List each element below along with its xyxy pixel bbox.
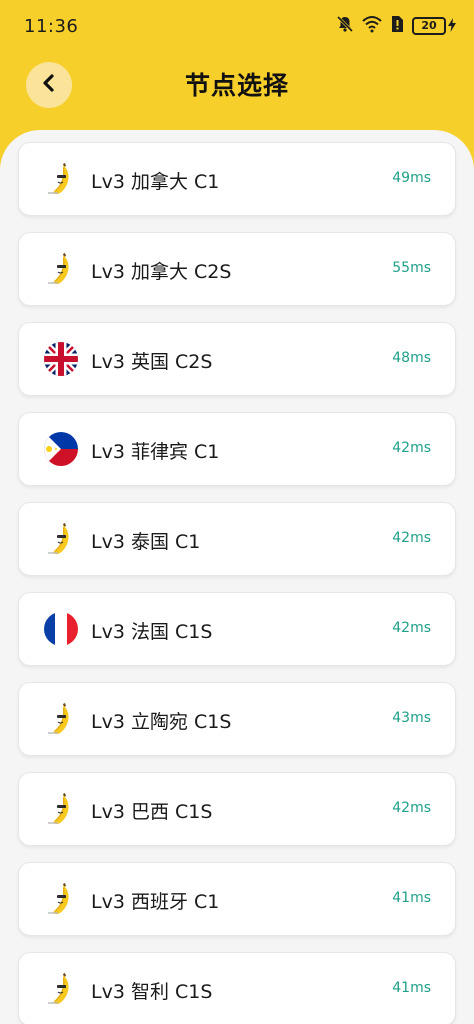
node-item[interactable]: Lv3 智利 C1S 41ms: [18, 952, 456, 1024]
node-name: Lv3 英国 C2S: [91, 351, 213, 373]
page-title: 节点选择: [184, 71, 289, 100]
battery-indicator: 20: [412, 17, 456, 36]
status-icons: 20: [336, 15, 456, 37]
node-name: Lv3 法国 C1S: [91, 621, 213, 643]
sim-alert-icon: [390, 15, 404, 37]
banana-icon: [43, 971, 79, 1007]
banana-icon: [43, 881, 79, 917]
node-ping: 48ms: [392, 350, 431, 366]
banana-icon: [43, 161, 79, 197]
wifi-icon: [362, 15, 382, 37]
philippines-flag-icon: [43, 431, 79, 467]
node-item[interactable]: Lv3 立陶宛 C1S 43ms: [18, 682, 456, 756]
header: 节点选择: [0, 52, 474, 132]
bell-off-icon: [336, 15, 354, 37]
node-list-panel: Lv3 加拿大 C1 49ms Lv3 加拿大 C2S 55ms Lv3 英国 C2S 4…: [0, 130, 474, 1024]
node-ping: 42ms: [392, 800, 431, 816]
node-name: Lv3 立陶宛 C1S: [91, 711, 232, 733]
banana-icon: [43, 791, 79, 827]
uk-flag-icon: [43, 341, 79, 377]
node-item[interactable]: Lv3 加拿大 C2S 55ms: [18, 232, 456, 306]
node-ping: 41ms: [392, 980, 431, 996]
node-ping: 42ms: [392, 440, 431, 456]
node-item[interactable]: Lv3 法国 C1S 42ms: [18, 592, 456, 666]
node-name: Lv3 智利 C1S: [91, 981, 213, 1003]
node-item[interactable]: Lv3 巴西 C1S 42ms: [18, 772, 456, 846]
node-item[interactable]: Lv3 西班牙 C1 41ms: [18, 862, 456, 936]
node-item[interactable]: Lv3 英国 C2S 48ms: [18, 322, 456, 396]
banana-icon: [43, 251, 79, 287]
node-name: Lv3 菲律宾 C1: [91, 441, 220, 463]
node-ping: 43ms: [392, 710, 431, 726]
status-bar: 11:36 20: [0, 0, 474, 52]
node-ping: 55ms: [392, 260, 431, 276]
node-list: Lv3 加拿大 C1 49ms Lv3 加拿大 C2S 55ms Lv3 英国 C2S 4…: [18, 142, 456, 1024]
battery-level: 20: [412, 17, 446, 35]
node-name: Lv3 加拿大 C2S: [91, 261, 232, 283]
france-flag-icon: [43, 611, 79, 647]
node-ping: 42ms: [392, 530, 431, 546]
node-item[interactable]: Lv3 菲律宾 C1 42ms: [18, 412, 456, 486]
node-item[interactable]: Lv3 加拿大 C1 49ms: [18, 142, 456, 216]
banana-icon: [43, 701, 79, 737]
node-item[interactable]: Lv3 泰国 C1 42ms: [18, 502, 456, 576]
node-name: Lv3 加拿大 C1: [91, 171, 220, 193]
node-name: Lv3 巴西 C1S: [91, 801, 213, 823]
node-ping: 41ms: [392, 890, 431, 906]
node-name: Lv3 泰国 C1: [91, 531, 201, 553]
node-ping: 42ms: [392, 620, 431, 636]
node-ping: 49ms: [392, 170, 431, 186]
status-time: 11:36: [24, 16, 79, 37]
node-name: Lv3 西班牙 C1: [91, 891, 220, 913]
charging-icon: [448, 17, 456, 36]
banana-icon: [43, 521, 79, 557]
